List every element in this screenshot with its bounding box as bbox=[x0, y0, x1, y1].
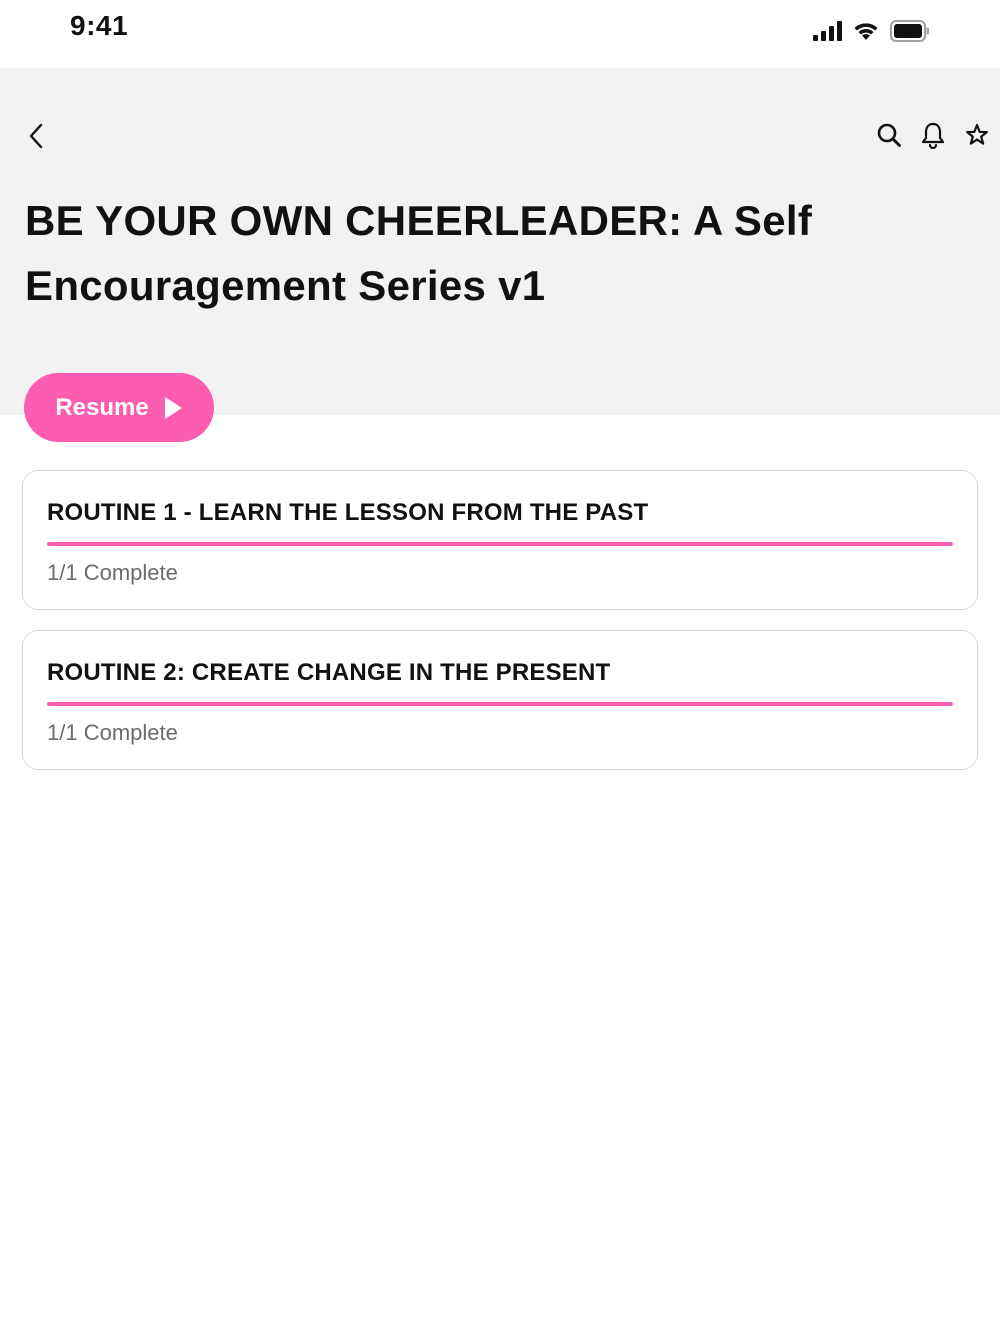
routine-status: 1/1 Complete bbox=[47, 720, 178, 745]
bell-icon bbox=[921, 122, 945, 149]
wifi-icon bbox=[852, 21, 880, 41]
series-header: BE YOUR OWN CHEERLEADER: A Self Encourag… bbox=[0, 68, 1000, 415]
cellular-signal-icon bbox=[812, 21, 842, 41]
routine-progress-fill bbox=[47, 702, 953, 706]
notifications-button[interactable] bbox=[918, 118, 948, 152]
page-title: BE YOUR OWN CHEERLEADER: A Self Encourag… bbox=[25, 197, 813, 309]
routine-card[interactable]: ROUTINE 1 - LEARN THE LESSON FROM THE PA… bbox=[22, 470, 978, 610]
star-icon bbox=[966, 123, 988, 145]
resume-button[interactable]: Resume bbox=[24, 373, 214, 442]
status-icons bbox=[812, 18, 930, 44]
status-bar: 9:41 bbox=[0, 0, 1000, 68]
back-arrow-icon bbox=[29, 123, 43, 149]
back-button[interactable] bbox=[20, 120, 52, 152]
search-button[interactable] bbox=[874, 118, 904, 152]
resume-label: Resume bbox=[55, 393, 149, 421]
play-icon bbox=[164, 396, 182, 419]
battery-icon bbox=[890, 20, 930, 42]
routine-card[interactable]: ROUTINE 2: CREATE CHANGE IN THE PRESENT … bbox=[22, 630, 978, 770]
status-time: 9:41 bbox=[70, 10, 129, 41]
routine-title: ROUTINE 2: CREATE CHANGE IN THE PRESENT bbox=[47, 659, 611, 686]
routine-title: ROUTINE 1 - LEARN THE LESSON FROM THE PA… bbox=[47, 499, 649, 526]
search-icon bbox=[877, 123, 901, 147]
favorite-button[interactable] bbox=[962, 118, 992, 152]
header-actions bbox=[874, 118, 992, 152]
routine-progress-fill bbox=[47, 542, 953, 546]
routine-progress-bar bbox=[47, 702, 953, 706]
routine-progress-bar bbox=[47, 542, 953, 546]
routine-status: 1/1 Complete bbox=[47, 560, 178, 585]
